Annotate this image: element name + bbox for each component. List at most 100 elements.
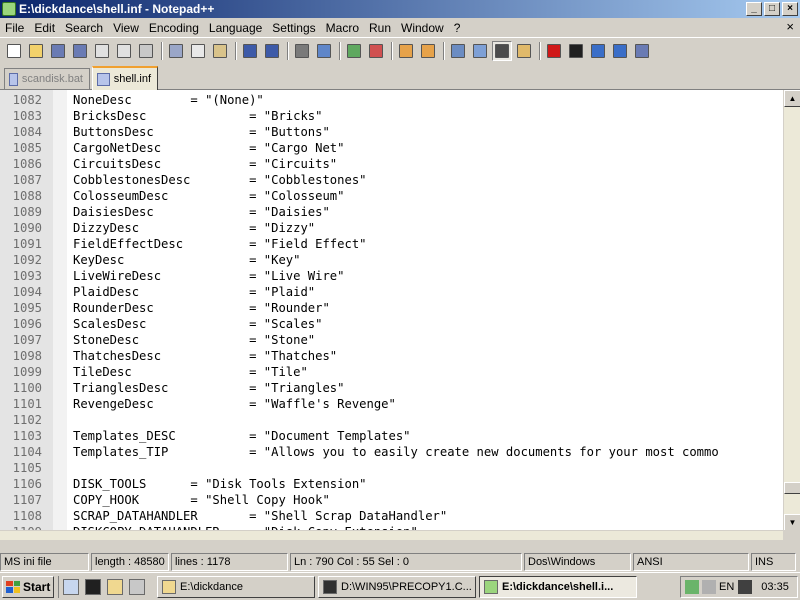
print-button[interactable] — [136, 41, 156, 61]
menu-encoding[interactable]: Encoding — [144, 21, 204, 35]
line-text: CircuitsDesc = "Circuits" — [73, 157, 338, 171]
line-number: 1104 — [12, 445, 42, 459]
code-line[interactable]: 1091 FieldEffectDesc = "Field Effect" — [0, 236, 778, 252]
menu-settings[interactable]: Settings — [267, 21, 320, 35]
scroll-thumb[interactable] — [784, 482, 800, 494]
sync-horizontal-button[interactable] — [418, 41, 438, 61]
cut-button[interactable] — [166, 41, 186, 61]
line-number: 1097 — [12, 333, 42, 347]
code-line[interactable]: 1098 ThatchesDesc = "Thatches" — [0, 348, 778, 364]
code-line[interactable]: 1108 SCRAP_DATAHANDLER = "Shell Scrap Dat… — [0, 508, 778, 524]
code-line[interactable]: 1083 BricksDesc = "Bricks" — [0, 108, 778, 124]
macro-record-button[interactable] — [544, 41, 564, 61]
zoom-out-icon — [369, 43, 383, 58]
code-line[interactable]: 1089 DaisiesDesc = "Daisies" — [0, 204, 778, 220]
task-button-notepadpp[interactable]: E:\dickdance\shell.i... — [479, 575, 637, 598]
editor[interactable]: 1082 NoneDesc = "(None)" 1083 BricksDesc = … — [0, 89, 800, 540]
maximize-button[interactable]: □ — [764, 2, 780, 16]
code-lines[interactable]: 1082 NoneDesc = "(None)" 1083 BricksDesc = … — [0, 92, 778, 531]
volume-icon[interactable] — [702, 580, 716, 594]
indent-guide-button[interactable] — [492, 40, 512, 61]
menu-help[interactable]: ? — [449, 21, 466, 35]
code-line[interactable]: 1103 Templates_DESC = "Document Templates… — [0, 428, 778, 444]
replace-button[interactable] — [314, 41, 334, 61]
menu-window[interactable]: Window — [396, 21, 449, 35]
code-line[interactable]: 1105 — [0, 460, 778, 476]
zoom-in-button[interactable] — [344, 41, 364, 61]
code-line[interactable]: 1092 KeyDesc = "Key" — [0, 252, 778, 268]
code-line[interactable]: 1085 CargoNetDesc = "Cargo Net" — [0, 140, 778, 156]
copy-button[interactable] — [188, 41, 208, 61]
word-wrap-button[interactable] — [448, 41, 468, 61]
menu-view[interactable]: View — [108, 21, 144, 35]
minimize-button[interactable]: _ — [746, 2, 762, 16]
code-line[interactable]: 1095 RounderDesc = "Rounder" — [0, 300, 778, 316]
show-desktop-icon[interactable] — [63, 578, 79, 595]
menu-macro[interactable]: Macro — [321, 21, 364, 35]
code-line[interactable]: 1084 ButtonsDesc = "Buttons" — [0, 124, 778, 140]
language-indicator[interactable]: EN — [719, 581, 734, 593]
command-prompt-icon[interactable] — [85, 578, 101, 595]
macro-stop-button[interactable] — [566, 41, 586, 61]
new-file-button[interactable] — [4, 41, 24, 61]
paste-button[interactable] — [210, 41, 230, 61]
code-line[interactable]: 1093 LiveWireDesc = "Live Wire" — [0, 268, 778, 284]
save-button[interactable] — [48, 41, 68, 61]
explorer-icon[interactable] — [107, 578, 123, 595]
vertical-scrollbar[interactable]: ▲ ▼ — [783, 90, 800, 531]
redo-button[interactable] — [262, 41, 282, 61]
antivirus-icon[interactable] — [738, 580, 753, 594]
menu-file[interactable]: File — [0, 21, 29, 35]
code-line[interactable]: 1086 CircuitsDesc = "Circuits" — [0, 156, 778, 172]
code-line[interactable]: 1107 COPY_HOOK = "Shell Copy Hook" — [0, 492, 778, 508]
undo-button[interactable] — [240, 41, 260, 61]
close-document-button[interactable]: × — [786, 19, 794, 34]
line-number: 1103 — [12, 429, 42, 443]
network-icon[interactable] — [685, 580, 699, 594]
code-line[interactable]: 1104 Templates_TIP = "Allows you to easil… — [0, 444, 778, 460]
menu-language[interactable]: Language — [204, 21, 267, 35]
code-line[interactable]: 1090 DizzyDesc = "Dizzy" — [0, 220, 778, 236]
code-line[interactable]: 1102 — [0, 412, 778, 428]
status-bar: MS ini file length : 48580 lines : 1178 … — [0, 553, 800, 572]
task-button-precopy[interactable]: D:\WIN95\PRECOPY1.C... — [318, 575, 476, 598]
task-button-dickdance[interactable]: E:\dickdance — [157, 575, 315, 598]
close-all-button[interactable] — [114, 41, 134, 61]
macro-play-button[interactable] — [588, 41, 608, 61]
user-defined-language-button[interactable] — [514, 41, 534, 61]
code-line[interactable]: 1082 NoneDesc = "(None)" — [0, 92, 778, 108]
scroll-up-button[interactable]: ▲ — [784, 90, 800, 107]
macro-run-multiple-button[interactable] — [610, 41, 630, 61]
open-file-button[interactable] — [26, 41, 46, 61]
code-line[interactable]: 1088 ColosseumDesc = "Colosseum" — [0, 188, 778, 204]
find-button[interactable] — [292, 41, 312, 61]
menu-run[interactable]: Run — [364, 21, 396, 35]
code-line[interactable]: 1099 TileDesc = "Tile" — [0, 364, 778, 380]
zoom-out-button[interactable] — [366, 41, 386, 61]
menu-edit[interactable]: Edit — [29, 21, 60, 35]
save-all-button[interactable] — [70, 41, 90, 61]
code-line[interactable]: 1087 CobblestonesDesc = "Cobblestones" — [0, 172, 778, 188]
code-line[interactable]: 1094 PlaidDesc = "Plaid" — [0, 284, 778, 300]
scroll-down-button[interactable]: ▼ — [784, 514, 800, 531]
close-button[interactable]: × — [782, 2, 798, 16]
code-line[interactable]: 1097 StoneDesc = "Stone" — [0, 332, 778, 348]
code-line[interactable]: 1096 ScalesDesc = "Scales" — [0, 316, 778, 332]
menu-search[interactable]: Search — [60, 21, 108, 35]
code-line[interactable]: 1106 DISK_TOOLS = "Disk Tools Extension" — [0, 476, 778, 492]
code-line[interactable]: 1100 TrianglesDesc = "Triangles" — [0, 380, 778, 396]
code-line[interactable]: 1101 RevengeDesc = "Waffle's Revenge" — [0, 396, 778, 412]
macro-save-button[interactable] — [632, 41, 652, 61]
close-file-button[interactable] — [92, 41, 112, 61]
title-bar[interactable]: E:\dickdance\shell.inf - Notepad++ _ □ × — [0, 0, 800, 18]
sync-vertical-button[interactable] — [396, 41, 416, 61]
line-text: ThatchesDesc = "Thatches" — [73, 349, 338, 363]
show-all-characters-button[interactable] — [470, 41, 490, 61]
start-button[interactable]: Start — [2, 575, 54, 598]
tab-shell-inf[interactable]: shell.inf — [92, 66, 158, 90]
tab-scandisk-bat[interactable]: scandisk.bat — [4, 68, 90, 89]
save-icon — [51, 43, 65, 58]
media-icon[interactable] — [129, 578, 145, 595]
horizontal-scrollbar[interactable] — [0, 530, 783, 540]
line-text: ColosseumDesc = "Colosseum" — [73, 189, 345, 203]
